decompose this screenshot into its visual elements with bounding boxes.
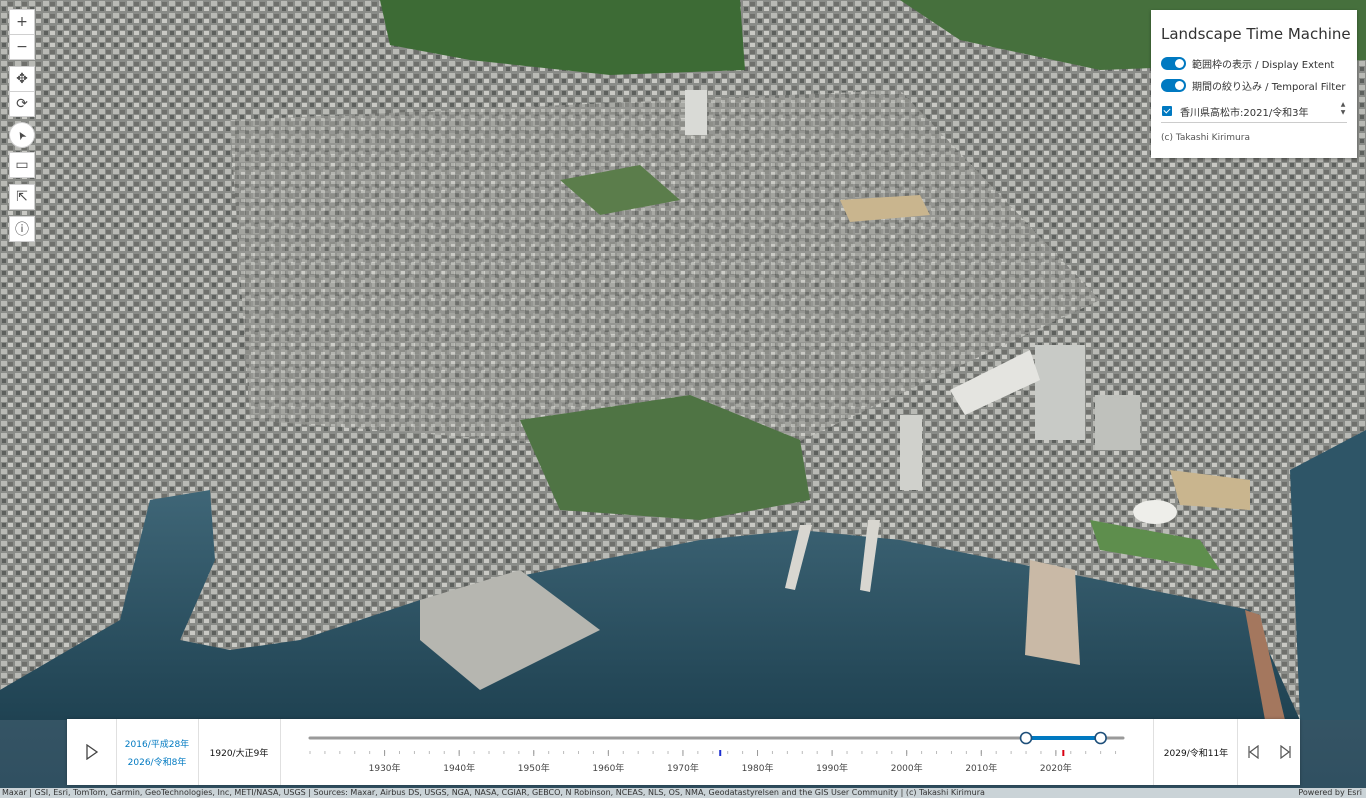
layer-panel: Landscape Time Machine 範囲枠の表示 / Display …: [1151, 10, 1357, 158]
start-thumb[interactable]: [1019, 731, 1033, 745]
play-icon: [85, 744, 98, 760]
rotate-icon: ⟳: [16, 96, 28, 112]
current-time-extent: 2016/平成28年 2026/令和8年: [116, 719, 199, 785]
info-button[interactable]: ⓘ: [9, 216, 35, 242]
marker-red: [1062, 750, 1065, 756]
slider-track[interactable]: 1930年 1940年 1950年 1960年 1970年 1980年 1990年 2000年…: [280, 719, 1153, 785]
tick-label: 1990年: [816, 762, 848, 774]
minus-icon: −: [16, 39, 28, 55]
max-time-label: 2029/令和11年: [1153, 719, 1238, 785]
temporal-filter-label: 期間の絞り込み / Temporal Filter: [1192, 81, 1346, 93]
panel-title: Landscape Time Machine: [1161, 25, 1351, 43]
tick-label: 1960年: [592, 762, 624, 774]
plus-icon: +: [16, 14, 28, 30]
marker-blue: [719, 750, 722, 756]
tick-label: 1930年: [369, 762, 401, 774]
powered-by-esri[interactable]: Powered by Esri: [1298, 788, 1362, 798]
time-slider: 2016/平成28年 2026/令和8年 1920/大正9年 1930年 1940…: [67, 719, 1300, 785]
tick-label: 2000年: [891, 762, 923, 774]
display-extent-label: 範囲枠の表示 / Display Extent: [1192, 59, 1335, 71]
attribution-bar: Maxar | GSI, Esri, TomTom, Garmin, GeoTe…: [0, 788, 1366, 798]
rotate-button[interactable]: ⟳: [9, 91, 35, 117]
slider-track-area[interactable]: 1930年 1940年 1950年 1960年 1970年 1980年 1990年 2000年…: [280, 719, 1153, 785]
zoom-out-button[interactable]: −: [9, 34, 35, 60]
layer-item[interactable]: 香川県高松市:2021/令和3年 ▲ ▼: [1161, 100, 1347, 123]
share-icon: ⇱: [16, 189, 28, 205]
zoom-in-button[interactable]: +: [9, 9, 35, 35]
current-start-label: 2016/平成28年: [124, 740, 190, 750]
tick-label: 2020年: [1040, 762, 1072, 774]
tick-label: 1950年: [518, 762, 550, 774]
play-button[interactable]: [67, 719, 117, 785]
pan-button[interactable]: ✥: [9, 66, 35, 92]
tick-label: 1940年: [443, 762, 475, 774]
min-time-label: 1920/大正9年: [198, 719, 281, 785]
share-button[interactable]: ⇱: [9, 184, 35, 210]
temporal-filter-toggle[interactable]: [1161, 78, 1186, 92]
layer-checkbox[interactable]: [1162, 106, 1172, 116]
display-extent-row[interactable]: 範囲枠の表示 / Display Extent: [1161, 55, 1347, 71]
display-extent-toggle[interactable]: [1161, 56, 1186, 70]
layer-label: 香川県高松市:2021/令和3年: [1180, 107, 1309, 119]
previous-icon[interactable]: [1247, 745, 1261, 759]
temporal-filter-row[interactable]: 期間の絞り込み / Temporal Filter: [1161, 77, 1347, 93]
pan-icon: ✥: [16, 71, 28, 87]
end-thumb[interactable]: [1094, 731, 1107, 745]
attribution-text: Maxar | GSI, Esri, TomTom, Garmin, GeoTe…: [2, 788, 985, 797]
tick-label: 2010年: [965, 762, 997, 774]
select-icon: ➤: [14, 127, 30, 143]
tower: [1035, 345, 1085, 440]
tick-label: 1980年: [742, 762, 774, 774]
next-icon[interactable]: [1278, 745, 1292, 759]
step-controls: [1237, 719, 1301, 785]
compass-button[interactable]: ➤: [9, 122, 35, 148]
panel-credit: (c) Takashi Kirimura: [1161, 133, 1250, 143]
scroll-arrows-icon[interactable]: ▲ ▼: [1339, 101, 1347, 117]
tick-label: 1970年: [667, 762, 699, 774]
measure-button[interactable]: ▭: [9, 152, 35, 178]
measure-icon: ▭: [15, 157, 29, 173]
current-end-label: 2026/令和8年: [127, 758, 187, 768]
info-icon: ⓘ: [15, 222, 29, 238]
